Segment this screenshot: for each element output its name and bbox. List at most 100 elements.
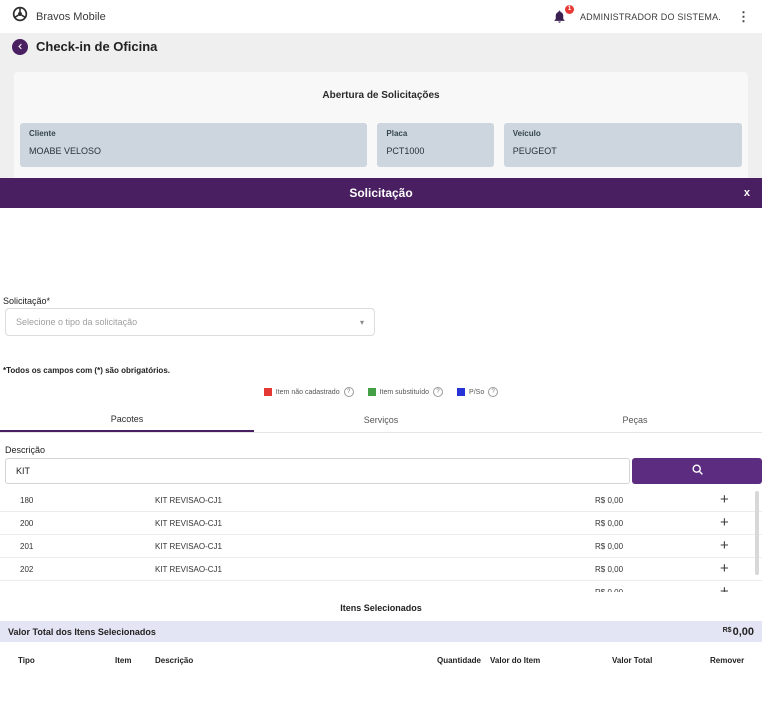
add-item-button[interactable]: + <box>720 513 729 533</box>
add-item-button[interactable]: + <box>720 490 729 510</box>
result-value: R$ 0,00 <box>595 565 624 574</box>
legend-label: Item substituído <box>379 388 430 396</box>
result-row: 201 KIT REVISAO-CJ1 R$ 0,00 + <box>0 535 762 558</box>
search-button[interactable] <box>632 458 762 484</box>
selected-items-table-header: Tipo Item Descrição Quantidade Valor do … <box>0 656 762 672</box>
page-header: Check-in de Oficina <box>0 33 762 60</box>
result-code: 202 <box>20 565 34 574</box>
veiculo-field: Veículo PEUGEOT <box>503 123 742 167</box>
col-item: Item <box>115 656 132 665</box>
request-type-select[interactable]: Selecione o tipo da solicitação ▾ <box>5 308 375 336</box>
col-tipo: Tipo <box>18 656 35 665</box>
search-results-list: 180 KIT REVISAO-CJ1 R$ 0,00 + 200 KIT RE… <box>0 489 762 592</box>
veiculo-value: PEUGEOT <box>512 146 557 156</box>
help-icon[interactable]: ? <box>488 387 499 397</box>
top-app-bar: Bravos Mobile 1 ADMINISTRADOR DO SISTEMA… <box>0 0 762 33</box>
legend-item-nao-cadastrado: Item não cadastrado ? <box>263 387 354 397</box>
screen: Bravos Mobile 1 ADMINISTRADOR DO SISTEMA… <box>0 0 762 703</box>
tab-pecas[interactable]: Peças <box>508 407 762 432</box>
section-title: Abertura de Solicitações <box>322 90 440 101</box>
back-button[interactable] <box>12 38 28 55</box>
results-scrollbar[interactable] <box>755 491 759 575</box>
legend-item-substituido: Item substituído ? <box>367 387 444 397</box>
result-description: KIT REVISAO-CJ1 <box>155 542 222 551</box>
add-item-button[interactable]: + <box>720 536 729 556</box>
request-type-placeholder: Selecione o tipo da solicitação <box>16 317 138 327</box>
legend: Item não cadastrado ? Item substituído ?… <box>0 387 762 397</box>
result-value: R$ 0,00 <box>595 496 624 505</box>
col-remover: Remover <box>710 656 745 665</box>
legend-label: P/So <box>469 388 485 396</box>
tab-servicos[interactable]: Serviços <box>254 407 508 432</box>
page-title: Check-in de Oficina <box>36 39 158 54</box>
red-swatch-icon <box>263 388 272 396</box>
result-value: R$ 0,00 <box>595 519 624 528</box>
col-valor-total: Valor Total <box>612 656 653 665</box>
solicitacao-modal: Solicitação x Solicitação* Selecione o t… <box>0 178 762 703</box>
total-currency: R$ <box>722 626 732 634</box>
result-row: 200 KIT REVISAO-CJ1 R$ 0,00 + <box>0 512 762 535</box>
modal-body: Solicitação* Selecione o tipo da solicit… <box>0 208 762 703</box>
blue-swatch-icon <box>457 388 466 396</box>
legend-item-pso: P/So ? <box>457 387 499 397</box>
result-row: 202 KIT REVISAO-CJ1 R$ 0,00 + <box>0 558 762 581</box>
cliente-value: MOABE VELOSO <box>29 146 102 156</box>
page-background: Check-in de Oficina Abertura de Solicita… <box>0 33 762 178</box>
close-icon[interactable]: x <box>744 187 750 199</box>
modal-title: Solicitação <box>349 186 413 200</box>
kebab-menu-icon[interactable]: ⋮ <box>737 9 750 25</box>
help-icon[interactable]: ? <box>433 387 444 397</box>
help-icon[interactable]: ? <box>343 387 354 397</box>
placa-label: Placa <box>386 129 408 138</box>
plus-icon: + <box>720 537 729 554</box>
request-type-label: Solicitação* <box>3 296 51 306</box>
col-descricao: Descrição <box>155 656 194 665</box>
search-label: Descrição <box>5 445 46 455</box>
tab-pacotes[interactable]: Pacotes <box>0 407 254 432</box>
result-value: R$ 0,00 <box>595 542 624 551</box>
user-name[interactable]: ADMINISTRADOR DO SISTEMA. <box>580 12 721 22</box>
plus-icon: + <box>720 514 729 531</box>
vehicle-fields: Cliente MOABE VELOSO Placa PCT1000 Veícu… <box>20 123 742 167</box>
result-row: 180 KIT REVISAO-CJ1 R$ 0,00 + <box>0 489 762 512</box>
placa-field: Placa PCT1000 <box>377 123 494 167</box>
veiculo-label: Veículo <box>512 129 541 138</box>
plus-icon: + <box>720 491 729 508</box>
col-valor-do-item: Valor do Item <box>490 656 541 665</box>
request-opening-card: Abertura de Solicitações Cliente MOABE V… <box>14 72 748 178</box>
green-swatch-icon <box>367 388 376 396</box>
search-icon <box>691 463 704 479</box>
required-fields-note: *Todos os campos com (*) são obrigatório… <box>3 366 170 375</box>
chevron-down-icon: ▾ <box>359 317 364 327</box>
result-row-partial: R$ 0,00 + <box>0 581 762 592</box>
result-code: 201 <box>20 542 34 551</box>
app-title: Bravos Mobile <box>36 10 106 23</box>
notifications-bell-icon[interactable]: 1 <box>552 4 574 25</box>
item-type-tabs: Pacotes Serviços Peças <box>0 407 762 433</box>
total-label: Valor Total dos Itens Selecionados <box>8 626 156 637</box>
search-input[interactable] <box>5 458 630 484</box>
legend-label: Item não cadastrado <box>275 388 340 396</box>
total-bar: Valor Total dos Itens Selecionados R$ 0,… <box>0 621 762 642</box>
col-quantidade: Quantidade <box>437 656 482 665</box>
notification-badge: 1 <box>564 4 574 14</box>
cliente-field: Cliente MOABE VELOSO <box>20 123 368 167</box>
total-value: R$ 0,00 <box>723 626 754 638</box>
result-value: R$ 0,00 <box>595 588 623 592</box>
plus-icon: + <box>720 583 729 592</box>
total-amount: 0,00 <box>732 625 754 638</box>
add-item-button[interactable]: + <box>720 582 729 592</box>
placa-value: PCT1000 <box>386 146 425 156</box>
result-description: KIT REVISAO-CJ1 <box>155 565 222 574</box>
topbar-right: 1 ADMINISTRADOR DO SISTEMA. ⋮ <box>552 4 750 25</box>
result-description: KIT REVISAO-CJ1 <box>155 496 222 505</box>
cliente-label: Cliente <box>29 129 56 138</box>
result-description: KIT REVISAO-CJ1 <box>155 519 222 528</box>
plus-icon: + <box>720 560 729 577</box>
app-logo-icon <box>12 6 28 27</box>
result-code: 180 <box>20 496 34 505</box>
result-code: 200 <box>20 519 34 528</box>
selected-items-title: Itens Selecionados <box>340 603 422 613</box>
modal-header: Solicitação x <box>0 178 762 208</box>
add-item-button[interactable]: + <box>720 559 729 579</box>
